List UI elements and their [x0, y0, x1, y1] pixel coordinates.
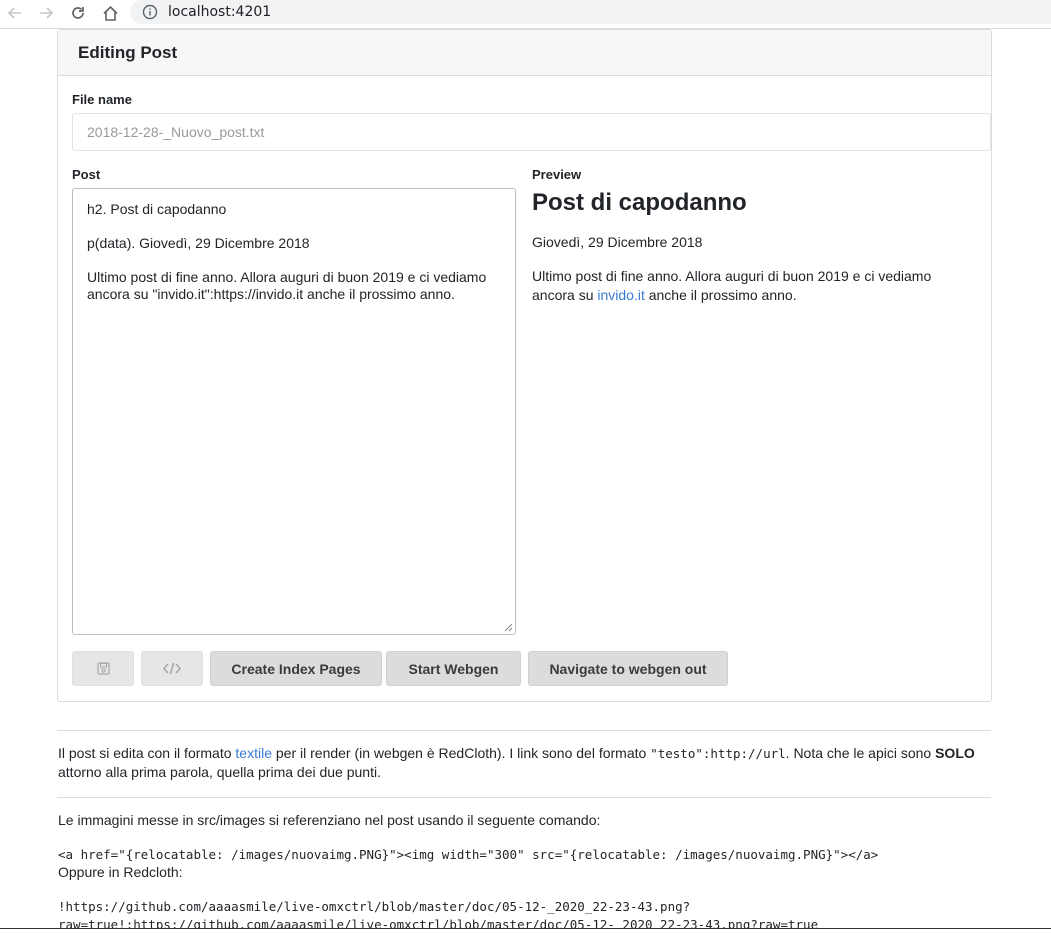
editing-post-card: Editing Post File name 2018-12-28-_Nuovo… — [57, 29, 992, 702]
post-label: Post — [72, 167, 101, 182]
floppy-disk-icon — [96, 662, 110, 675]
create-index-pages-button[interactable]: Create Index Pages — [210, 651, 382, 686]
home-icon — [102, 5, 118, 21]
bold-solo: SOLO — [935, 745, 975, 761]
browser-toolbar: localhost:4201 — [0, 0, 1051, 29]
home-button[interactable] — [99, 3, 121, 23]
navigate-webgen-out-button[interactable]: Navigate to webgen out — [528, 651, 728, 686]
address-bar[interactable]: localhost:4201 — [130, 0, 1051, 24]
preview-link[interactable]: invido.it — [597, 287, 644, 303]
post-line: Ultimo post di fine anno. Allora auguri … — [87, 269, 487, 302]
post-line: h2. Post di capodanno — [87, 201, 227, 217]
preview-date: Giovedì, 29 Dicembre 2018 — [532, 234, 703, 250]
info-paragraph-images: Le immagini messe in src/images si refer… — [58, 812, 601, 828]
code-button[interactable] — [141, 651, 203, 686]
post-line: p(data). Giovedì, 29 Dicembre 2018 — [87, 235, 310, 251]
reload-icon — [72, 7, 84, 19]
preview-label: Preview — [532, 167, 582, 182]
info-icon — [142, 4, 158, 20]
file-name-value: 2018-12-28-_Nuovo_post.txt — [87, 124, 265, 140]
preview-heading: Post di capodanno — [532, 189, 747, 216]
save-button[interactable] — [72, 651, 134, 686]
link-format-code: "testo":http://url — [650, 746, 786, 761]
page-title: Editing Post — [78, 42, 178, 62]
start-webgen-button[interactable]: Start Webgen — [386, 651, 521, 686]
code-icon — [163, 662, 181, 675]
resize-handle-icon[interactable] — [503, 622, 513, 632]
redcloth-code-line: !https://github.com/aaaasmile/live-omxct… — [58, 899, 691, 914]
file-name-input[interactable]: 2018-12-28-_Nuovo_post.txt — [72, 113, 991, 151]
preview-pane: Post di capodanno Giovedì, 29 Dicembre 2… — [532, 188, 977, 305]
forward-button[interactable] — [35, 3, 57, 23]
back-button[interactable] — [4, 3, 26, 23]
arrow-left-icon — [7, 7, 21, 19]
post-textarea[interactable]: h2. Post di capodanno p(data). Giovedì, … — [72, 188, 516, 635]
textile-link[interactable]: textile — [235, 745, 272, 761]
arrow-right-icon — [40, 7, 54, 19]
info-paragraph-redcloth: Oppure in Redcloth: — [58, 864, 183, 880]
divider — [57, 797, 991, 798]
url-text: localhost:4201 — [168, 4, 272, 20]
card-header: Editing Post — [58, 30, 991, 76]
bottom-edge — [0, 928, 1051, 932]
divider — [57, 730, 991, 731]
file-name-label: File name — [72, 92, 132, 107]
html-image-code: <a href="{relocatable: /images/nuovaimg.… — [58, 847, 879, 862]
info-paragraph-format: Il post si edita con il formato textile … — [58, 745, 975, 780]
reload-button[interactable] — [67, 3, 89, 23]
preview-body: Ultimo post di fine anno. Allora auguri … — [532, 268, 932, 303]
